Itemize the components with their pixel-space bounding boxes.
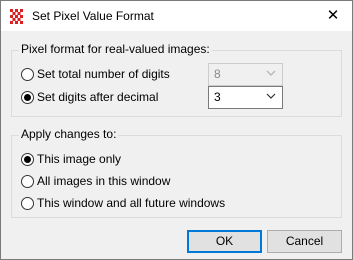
radio-button[interactable]	[21, 175, 34, 188]
cancel-button[interactable]: Cancel	[267, 230, 342, 253]
total-digits-select[interactable]: 8	[208, 63, 283, 86]
radio-total-digits-label: Set total number of digits	[37, 67, 170, 81]
radio-button[interactable]	[21, 68, 34, 81]
pixel-format-group	[11, 50, 342, 117]
digits-after-decimal-value: 3	[214, 90, 221, 104]
apply-group-label: Apply changes to:	[19, 127, 119, 141]
window-title: Set Pixel Value Format	[32, 9, 154, 23]
title-bar: Set Pixel Value Format ✕	[1, 1, 352, 31]
radio-future-windows[interactable]: This window and all future windows	[21, 196, 261, 212]
radio-button[interactable]	[21, 197, 34, 210]
radio-this-image-label: This image only	[37, 152, 122, 166]
close-icon[interactable]: ✕	[323, 6, 343, 26]
radio-digits-after-decimal-label: Set digits after decimal	[37, 90, 159, 104]
ok-button[interactable]: OK	[187, 230, 262, 253]
pixel-format-group-label: Pixel format for real-valued images:	[19, 42, 212, 56]
radio-all-images[interactable]: All images in this window	[21, 174, 221, 190]
radio-button[interactable]	[21, 153, 34, 166]
radio-this-image[interactable]: This image only	[21, 152, 221, 168]
radio-all-images-label: All images in this window	[37, 174, 171, 188]
red-grid-icon	[10, 9, 23, 24]
dialog-window: Set Pixel Value Format ✕ Pixel format fo…	[0, 0, 353, 260]
total-digits-value: 8	[214, 67, 221, 81]
digits-after-decimal-select[interactable]: 3	[208, 86, 283, 109]
radio-total-digits[interactable]: Set total number of digits	[21, 67, 201, 83]
radio-digits-after-decimal[interactable]: Set digits after decimal	[21, 90, 201, 106]
radio-future-windows-label: This window and all future windows	[37, 196, 226, 210]
chevron-down-icon	[266, 70, 276, 76]
radio-button[interactable]	[21, 91, 34, 104]
chevron-down-icon	[266, 93, 276, 99]
